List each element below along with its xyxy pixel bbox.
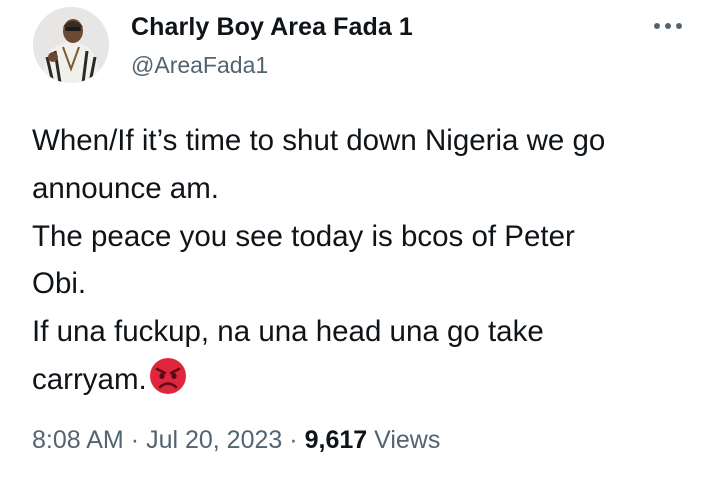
- tweet-text-line: If una fuckup, na una head una go take: [32, 315, 544, 349]
- meta-separator: ·: [289, 426, 298, 454]
- author-handle[interactable]: @AreaFada1: [131, 52, 268, 79]
- tweet-text-line: When/If it’s time to shut down Nigeria w…: [32, 124, 606, 157]
- more-horizontal-icon: [654, 23, 682, 29]
- tweet-time[interactable]: 8:08 AM: [32, 426, 124, 454]
- tweet-card: Charly Boy Area Fada 1 @AreaFada1 When/I…: [0, 0, 720, 481]
- tweet-text-last-line: carryam.: [32, 356, 697, 404]
- tweet-text-line: The peace you see today is bcos of Peter: [32, 219, 575, 253]
- meta-separator: ·: [130, 426, 140, 454]
- tweet-text: When/If it’s time to shut down Nigeria w…: [32, 117, 697, 404]
- avatar[interactable]: [33, 7, 109, 83]
- avatar-photo-icon: [33, 7, 109, 83]
- tweet-text-line: Obi.: [32, 267, 87, 301]
- author-display-name[interactable]: Charly Boy Area Fada 1: [131, 13, 413, 42]
- tweet-text-line: carryam.: [32, 362, 147, 396]
- more-options-button[interactable]: [650, 11, 686, 41]
- view-count[interactable]: 9,617: [305, 426, 368, 454]
- tweet-date[interactable]: Jul 20, 2023: [146, 426, 282, 454]
- views-label: Views: [374, 426, 441, 454]
- tweet-meta: 8:08 AM · Jul 20, 2023 · 9,617 Views: [32, 426, 440, 455]
- angry-face-emoji-icon: [149, 357, 186, 394]
- tweet-text-line: announce am.: [32, 171, 219, 205]
